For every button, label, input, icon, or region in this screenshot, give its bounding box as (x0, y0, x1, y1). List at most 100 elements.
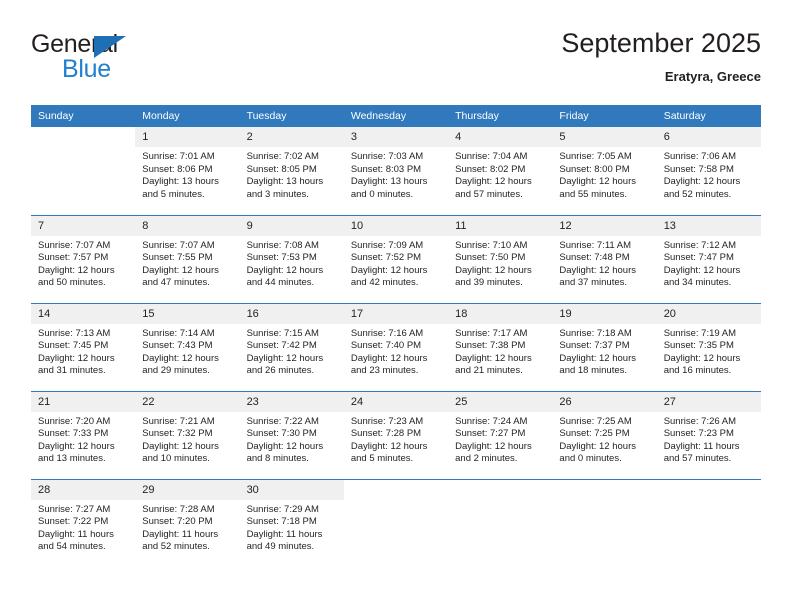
daylight-text: Daylight: 11 hours and 57 minutes. (663, 440, 740, 465)
day-details: Sunrise: 7:22 AM Sunset: 7:30 PM Daylight:… (240, 412, 344, 466)
calendar-day-cell[interactable]: 22 Sunrise: 7:21 AM Sunset: 7:32 PM Dayligh… (135, 390, 240, 479)
calendar-day-cell[interactable]: 24 Sunrise: 7:23 AM Sunset: 7:28 PM Dayligh… (343, 390, 449, 479)
sunrise-text: Sunrise: 7:28 AM (142, 503, 215, 515)
sunrise-text: Sunrise: 7:16 AM (350, 327, 424, 339)
sunrise-text: Sunrise: 7:06 AM (663, 151, 737, 162)
sunrise-text: Sunrise: 7:01 AM (142, 151, 215, 162)
calendar-day-cell[interactable]: 30 Sunrise: 7:29 AM Sunset: 7:18 PM Dayligh… (239, 478, 344, 567)
sunrise-text: Sunrise: 7:29 AM (246, 503, 319, 515)
calendar-day-cell[interactable]: 2 Sunrise: 7:02 AM Sunset: 8:05 PM Daylight… (239, 127, 344, 215)
calendar-day-cell[interactable]: 11 Sunrise: 7:10 AM Sunset: 7:50 PM Dayligh… (448, 214, 553, 303)
day-number: 23 (239, 391, 344, 412)
calendar-week-row: 1 Sunrise: 7:01 AM Sunset: 8:06 PM Daylight… (31, 127, 761, 215)
sunrise-text: Sunrise: 7:21 AM (142, 415, 215, 427)
calendar-day-cell[interactable]: 18 Sunrise: 7:17 AM Sunset: 7:38 PM Dayligh… (448, 302, 553, 391)
calendar-day-cell[interactable]: 26 Sunrise: 7:25 AM Sunset: 7:25 PM Dayligh… (552, 390, 657, 479)
daylight-text: Daylight: 12 hours and 29 minutes. (142, 352, 219, 377)
calendar-day-cell[interactable]: 8 Sunrise: 7:07 AM Sunset: 7:55 PM Daylight… (135, 214, 240, 303)
calendar-day-cell[interactable]: 3 Sunrise: 7:03 AM Sunset: 8:03 PM Daylight… (343, 127, 449, 215)
daylight-text: Daylight: 12 hours and 23 minutes. (350, 352, 428, 377)
sunset-text: Sunset: 7:52 PM (350, 252, 422, 264)
calendar-day-cell[interactable]: 4 Sunrise: 7:04 AM Sunset: 8:02 PM Daylight… (448, 127, 553, 215)
day-number: 11 (448, 215, 553, 236)
page-subtitle-location: Eratyra, Greece (664, 69, 761, 84)
day-number: 22 (135, 391, 240, 412)
sunset-text: Sunset: 7:33 PM (38, 428, 109, 440)
sunrise-text: Sunrise: 7:07 AM (38, 239, 111, 251)
calendar-day-cell[interactable]: 9 Sunrise: 7:08 AM Sunset: 7:53 PM Daylight… (239, 214, 344, 303)
calendar-day-cell[interactable]: 12 Sunrise: 7:11 AM Sunset: 7:48 PM Dayligh… (552, 214, 657, 303)
sunrise-text: Sunrise: 7:02 AM (246, 151, 319, 162)
sunrise-text: Sunrise: 7:13 AM (38, 327, 111, 339)
day-details: Sunrise: 7:11 AM Sunset: 7:48 PM Daylight:… (552, 236, 656, 290)
sunset-text: Sunset: 7:37 PM (559, 340, 630, 352)
sunrise-text: Sunrise: 7:07 AM (142, 239, 215, 251)
daylight-text: Daylight: 12 hours and 16 minutes. (663, 352, 741, 377)
day-number: 3 (343, 127, 449, 147)
sunset-text: Sunset: 7:23 PM (663, 428, 734, 440)
calendar-day-cell[interactable]: 21 Sunrise: 7:20 AM Sunset: 7:33 PM Dayligh… (31, 390, 136, 479)
day-details: Sunrise: 7:02 AM Sunset: 8:05 PM Daylight:… (240, 147, 344, 201)
day-details: Sunrise: 7:18 AM Sunset: 7:37 PM Daylight:… (552, 324, 656, 378)
calendar-day-cell[interactable]: 27 Sunrise: 7:26 AM Sunset: 7:23 PM Dayligh… (656, 390, 761, 479)
day-number: 12 (552, 215, 657, 236)
calendar-empty-cell (343, 478, 449, 567)
calendar-day-cell[interactable]: 29 Sunrise: 7:28 AM Sunset: 7:20 PM Dayligh… (135, 478, 240, 567)
day-details: Sunrise: 7:24 AM Sunset: 7:27 PM Daylight:… (448, 412, 552, 466)
sunrise-text: Sunrise: 7:03 AM (350, 151, 424, 162)
daylight-text: Daylight: 12 hours and 42 minutes. (350, 264, 428, 289)
calendar-day-cell[interactable]: 19 Sunrise: 7:18 AM Sunset: 7:37 PM Dayligh… (552, 302, 657, 391)
calendar-day-cell[interactable]: 23 Sunrise: 7:22 AM Sunset: 7:30 PM Dayligh… (239, 390, 344, 479)
calendar-day-cell[interactable]: 7 Sunrise: 7:07 AM Sunset: 7:57 PM Daylight… (31, 214, 136, 303)
calendar-day-cell[interactable]: 20 Sunrise: 7:19 AM Sunset: 7:35 PM Dayligh… (656, 302, 761, 391)
sunrise-text: Sunrise: 7:17 AM (455, 327, 528, 339)
day-number (343, 479, 449, 500)
daylight-text: Daylight: 12 hours and 5 minutes. (350, 440, 428, 465)
day-details: Sunrise: 7:26 AM Sunset: 7:23 PM Daylight:… (657, 412, 761, 466)
sunset-text: Sunset: 7:22 PM (38, 516, 109, 528)
day-number: 7 (31, 215, 136, 236)
sunset-text: Sunset: 8:02 PM (455, 163, 526, 175)
calendar-day-cell[interactable]: 28 Sunrise: 7:27 AM Sunset: 7:22 PM Dayligh… (31, 478, 136, 567)
calendar-day-cell[interactable]: 16 Sunrise: 7:15 AM Sunset: 7:42 PM Dayligh… (239, 302, 344, 391)
daylight-text: Daylight: 12 hours and 8 minutes. (246, 440, 324, 465)
calendar-day-cell[interactable]: 10 Sunrise: 7:09 AM Sunset: 7:52 PM Dayligh… (343, 214, 449, 303)
sunrise-text: Sunrise: 7:14 AM (142, 327, 215, 339)
calendar-week-row: 7 Sunrise: 7:07 AM Sunset: 7:57 PM Daylight… (31, 214, 761, 303)
daylight-text: Daylight: 12 hours and 57 minutes. (455, 176, 532, 200)
day-details: Sunrise: 7:08 AM Sunset: 7:53 PM Daylight:… (240, 236, 344, 290)
day-details: Sunrise: 7:27 AM Sunset: 7:22 PM Daylight:… (31, 500, 135, 554)
calendar-day-cell[interactable]: 6 Sunrise: 7:06 AM Sunset: 7:58 PM Daylight… (656, 127, 761, 215)
daylight-text: Daylight: 13 hours and 5 minutes. (142, 176, 219, 200)
daylight-text: Daylight: 12 hours and 47 minutes. (142, 264, 219, 289)
calendar-week-row: 14 Sunrise: 7:13 AM Sunset: 7:45 PM Dayligh… (31, 302, 761, 391)
daylight-text: Daylight: 12 hours and 21 minutes. (455, 352, 532, 377)
sunrise-text: Sunrise: 7:18 AM (559, 327, 632, 339)
weekday-header-tuesday: Tuesday (239, 105, 344, 127)
calendar-day-cell[interactable]: 5 Sunrise: 7:05 AM Sunset: 8:00 PM Daylight… (552, 127, 657, 215)
day-number: 14 (31, 303, 136, 324)
daylight-text: Daylight: 12 hours and 55 minutes. (559, 176, 636, 200)
sunset-text: Sunset: 7:27 PM (455, 428, 526, 440)
day-number: 19 (552, 303, 657, 324)
day-details: Sunrise: 7:07 AM Sunset: 7:55 PM Daylight:… (135, 236, 239, 290)
calendar-day-cell[interactable]: 14 Sunrise: 7:13 AM Sunset: 7:45 PM Dayligh… (31, 302, 136, 391)
calendar-day-cell[interactable]: 1 Sunrise: 7:01 AM Sunset: 8:06 PM Daylight… (135, 127, 240, 215)
day-details: Sunrise: 7:13 AM Sunset: 7:45 PM Daylight:… (31, 324, 135, 378)
calendar-day-cell[interactable]: 25 Sunrise: 7:24 AM Sunset: 7:27 PM Dayligh… (448, 390, 553, 479)
sunrise-text: Sunrise: 7:19 AM (663, 327, 737, 339)
calendar-empty-cell (552, 478, 657, 567)
sunset-text: Sunset: 7:38 PM (455, 340, 526, 352)
sunrise-text: Sunrise: 7:11 AM (559, 239, 632, 251)
calendar-day-cell[interactable]: 13 Sunrise: 7:12 AM Sunset: 7:47 PM Dayligh… (656, 214, 761, 303)
day-details: Sunrise: 7:16 AM Sunset: 7:40 PM Daylight:… (344, 324, 448, 378)
daylight-text: Daylight: 12 hours and 2 minutes. (455, 440, 532, 465)
calendar-day-cell[interactable]: 15 Sunrise: 7:14 AM Sunset: 7:43 PM Dayligh… (135, 302, 240, 391)
sunset-text: Sunset: 8:06 PM (142, 163, 213, 175)
sunrise-text: Sunrise: 7:25 AM (559, 415, 632, 427)
calendar-day-cell[interactable]: 17 Sunrise: 7:16 AM Sunset: 7:40 PM Dayligh… (343, 302, 449, 391)
day-details: Sunrise: 7:23 AM Sunset: 7:28 PM Daylight:… (344, 412, 448, 466)
sunrise-text: Sunrise: 7:15 AM (246, 327, 319, 339)
sunrise-text: Sunrise: 7:09 AM (350, 239, 424, 251)
day-details: Sunrise: 7:29 AM Sunset: 7:18 PM Daylight:… (240, 500, 344, 554)
